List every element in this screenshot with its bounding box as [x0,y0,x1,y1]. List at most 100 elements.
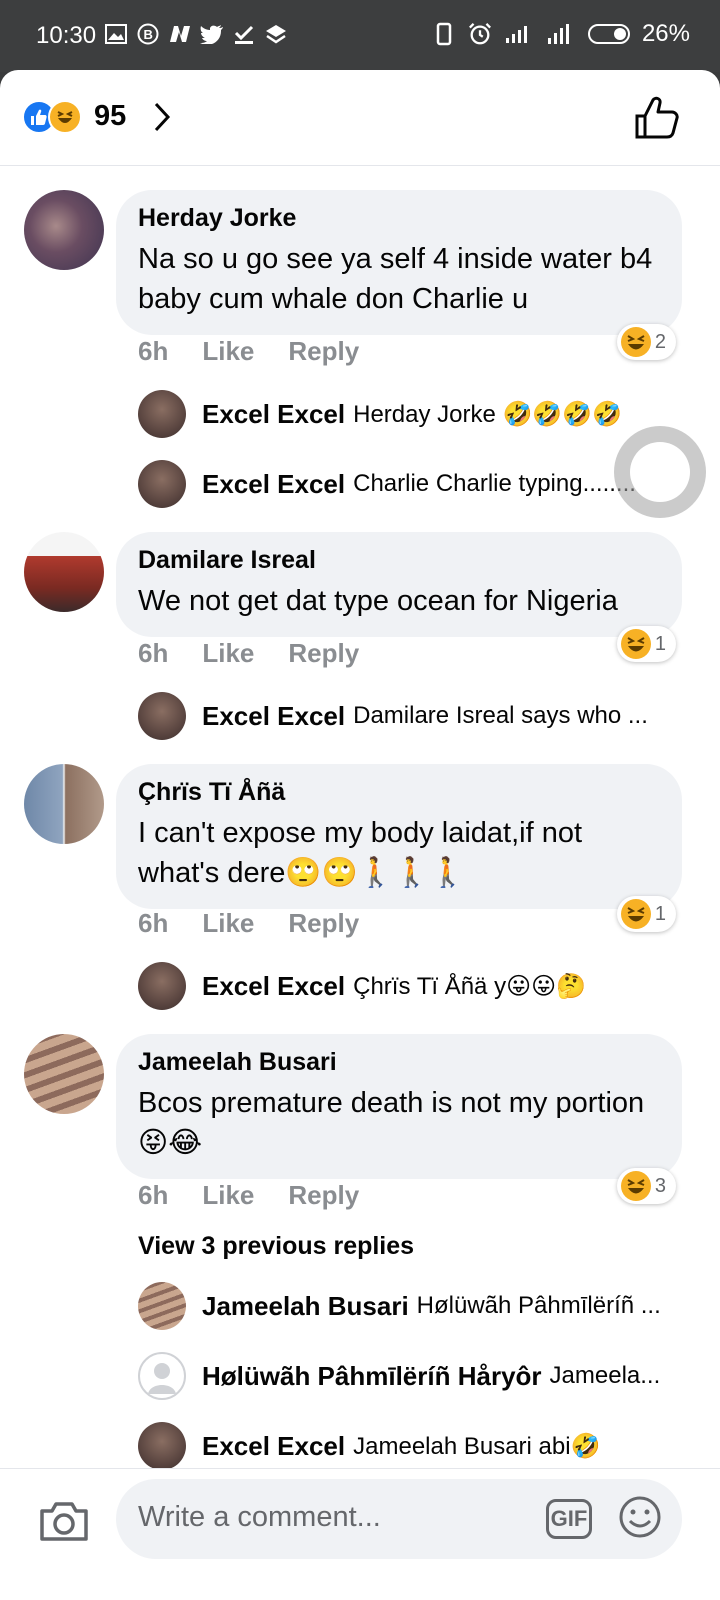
reply-author[interactable]: Jameelah Busari [202,1291,409,1322]
reply-text: Çhrïs Tï Åñä y😛😛🤔 [353,972,586,1000]
avatar[interactable] [24,1034,104,1114]
reaction-count: 1 [654,632,666,655]
avatar[interactable] [138,1352,186,1400]
news-icon [168,20,192,48]
thumbs-up-icon[interactable] [634,96,680,140]
like-button[interactable]: Like [202,336,254,367]
comment-time: 6h [138,638,169,668]
comment-bubble[interactable]: Çhrïs Tï Åñä I can't expose my body laid… [116,764,682,909]
comment-reactions[interactable]: 2 [616,324,676,360]
comment-reactions[interactable]: 1 [616,626,676,662]
reply-button[interactable]: Reply [288,638,359,669]
reply-item[interactable]: Hølüwãh Pâhmīlëríñ Håryôr Jameela... [138,1352,660,1400]
signal-2-icon [546,20,576,48]
reply-text: Damilare Isreal says who ... [353,702,648,729]
reply-item[interactable]: Excel Excel Çhrïs Tï Åñä y😛😛🤔 [138,962,586,1010]
avatar[interactable] [138,1422,186,1470]
reply-button[interactable]: Reply [288,1180,359,1211]
camera-icon[interactable] [38,1499,90,1543]
avatar[interactable] [138,460,186,508]
reply-button[interactable]: Reply [288,336,359,367]
comment-reactions[interactable]: 1 [616,896,676,932]
reply-author[interactable]: Excel Excel [202,469,345,500]
reply-author[interactable]: Excel Excel [202,1431,345,1462]
reply-item[interactable]: Excel Excel Charlie Charlie typing......… [138,460,643,508]
reaction-count: 3 [654,1174,666,1197]
reply-item[interactable]: Excel Excel Damilare Isreal says who ... [138,692,648,740]
notification-icons: B [104,20,288,48]
reply-text: Jameela... [549,1362,661,1389]
comment-author[interactable]: Damilare Isreal [138,546,660,575]
default-avatar-icon [148,1363,176,1394]
battery-percent: 26% [641,20,690,47]
chevron-right-icon[interactable] [150,100,174,134]
signal-icon [504,20,534,48]
download-done-icon [232,20,256,48]
comment-actions: 6h Like Reply [138,638,393,669]
comment-text: Na so u go see ya self 4 inside water b4… [138,243,653,315]
comment-bubble[interactable]: Herday Jorke Na so u go see ya self 4 in… [116,190,682,335]
system-icons: 26% [432,20,690,48]
comment-input-placeholder: Write a comment... [138,1501,381,1533]
reply-text: Charlie Charlie typing......... [353,470,643,497]
avatar[interactable] [24,190,104,270]
comment-author[interactable]: Çhrïs Tï Åñä [138,778,660,807]
comment-actions: 6h Like Reply [138,336,393,367]
like-button[interactable]: Like [202,908,254,939]
comment-bubble[interactable]: Jameelah Busari Bcos premature death is … [116,1034,682,1179]
haha-icon [620,629,651,659]
comment-text: We not get dat type ocean for Nigeria [138,585,618,617]
comment-text: Bcos premature death is not my portion 😝… [138,1087,645,1159]
avatar[interactable] [138,962,186,1010]
reply-author[interactable]: Excel Excel [202,399,345,430]
smiley-icon[interactable] [618,1495,662,1539]
twitter-icon [200,20,224,48]
reactions-header[interactable]: 95 [0,70,720,166]
comment-time: 6h [138,336,169,366]
haha-icon [620,1171,651,1201]
avatar[interactable] [24,532,104,612]
comment-text: I can't expose my body laidat,if not wha… [138,817,583,889]
status-bar: 10:30 B 26% [0,0,720,72]
comment-author[interactable]: Jameelah Busari [138,1048,660,1077]
reply-button[interactable]: Reply [288,908,359,939]
reaction-count: 95 [94,100,127,132]
comment-bubble[interactable]: Damilare Isreal We not get dat type ocea… [116,532,682,637]
comment-time: 6h [138,1180,169,1210]
reaction-count: 2 [654,330,666,353]
reply-item[interactable]: Excel Excel Jameelah Busari abi🤣 [138,1422,600,1470]
avatar[interactable] [138,692,186,740]
reply-author[interactable]: Excel Excel [202,971,345,1002]
reply-text: Hølüwãh Pâhmīlëríñ ... [416,1292,661,1319]
reply-item[interactable]: Jameelah Busari Hølüwãh Pâhmīlëríñ ... [138,1282,661,1330]
reply-item[interactable]: Excel Excel Herday Jorke 🤣🤣🤣🤣 [138,390,622,438]
alarm-icon [468,20,492,48]
comment-input[interactable]: Write a comment... GIF [116,1479,682,1559]
avatar[interactable] [138,1282,186,1330]
layers-icon [264,20,288,48]
reaction-icons [22,100,90,134]
haha-icon [620,327,651,357]
reply-author[interactable]: Hølüwãh Pâhmīlëríñ Håryôr [202,1361,542,1392]
reply-text: Jameelah Busari abi🤣 [353,1432,601,1460]
comment-reactions[interactable]: 3 [616,1168,676,1204]
b-icon: B [136,20,160,48]
comment-time: 6h [138,908,169,938]
like-button[interactable]: Like [202,1180,254,1211]
reply-text: Herday Jorke 🤣🤣🤣🤣 [353,400,623,428]
battery-icon [587,24,630,44]
status-time: 10:30 [36,22,97,49]
reaction-count: 1 [654,902,666,925]
reply-author[interactable]: Excel Excel [202,701,345,732]
view-previous-replies[interactable]: View 3 previous replies [138,1232,414,1261]
comment-list[interactable]: Herday Jorke Na so u go see ya self 4 in… [0,166,720,1488]
avatar[interactable] [138,390,186,438]
like-button[interactable]: Like [202,638,254,669]
comment-author[interactable]: Herday Jorke [138,204,660,233]
floating-scroll-handle[interactable] [614,426,706,518]
vibrate-icon [432,20,456,48]
avatar[interactable] [24,764,104,844]
gif-icon[interactable]: GIF [546,1499,592,1539]
comment-actions: 6h Like Reply [138,908,393,939]
haha-icon [620,899,651,929]
